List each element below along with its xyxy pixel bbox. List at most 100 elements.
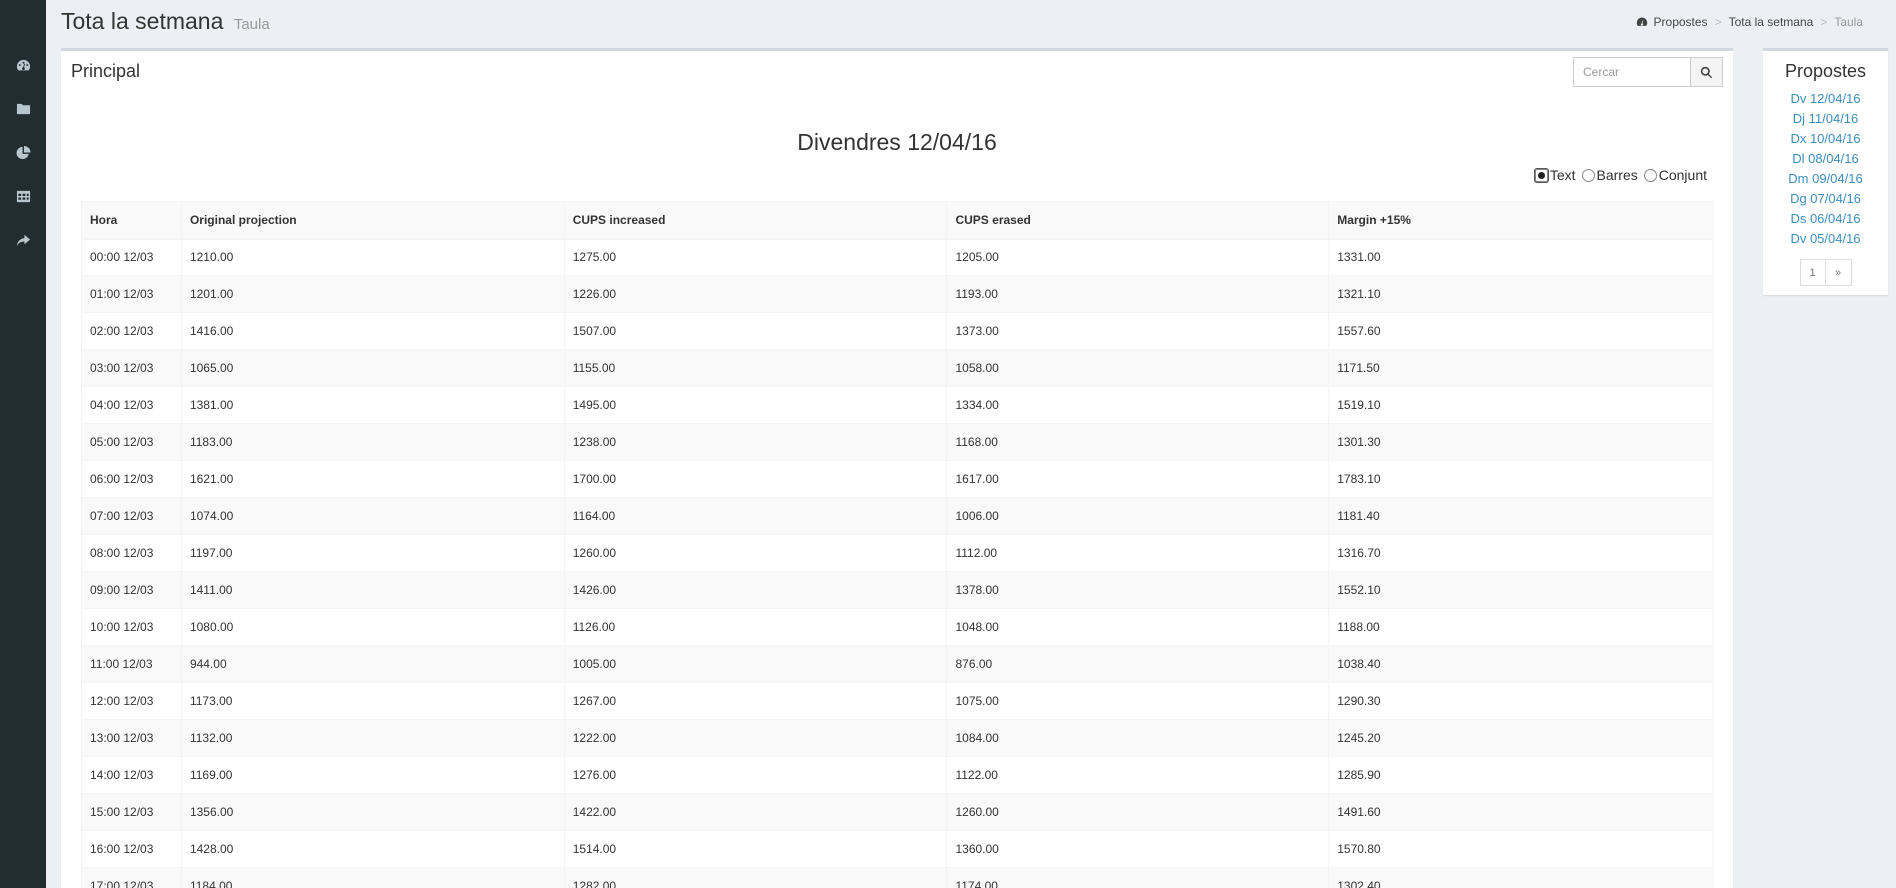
table-cell: 06:00 12/03 bbox=[81, 460, 182, 498]
table-cell: 12:00 12/03 bbox=[81, 682, 182, 720]
table-cell: 1132.00 bbox=[180, 719, 565, 757]
table-cell: 1048.00 bbox=[946, 608, 1330, 646]
table-cell: 1700.00 bbox=[563, 460, 948, 498]
table-row: 01:00 12/03 1201.00 1226.00 1193.00 1321.10 bbox=[81, 275, 1713, 313]
table-cell: 1168.00 bbox=[946, 423, 1330, 461]
view-option-text[interactable]: Text bbox=[1534, 167, 1576, 183]
table-cell: 17:00 12/03 bbox=[81, 867, 182, 888]
table-cell: 1321.10 bbox=[1328, 275, 1713, 313]
radio-conjunt[interactable] bbox=[1643, 168, 1657, 182]
table-row: 05:00 12/03 1183.00 1238.00 1168.00 1301.30 bbox=[81, 423, 1713, 461]
page-1-button[interactable]: 1 bbox=[1799, 259, 1826, 286]
table-cell: 1006.00 bbox=[946, 497, 1330, 535]
table-cell: 1422.00 bbox=[563, 793, 948, 831]
main-box: Principal Divendres 12/04/16 Text Barres… bbox=[61, 48, 1733, 888]
search-icon bbox=[1700, 66, 1713, 78]
proposal-link[interactable]: Dj 11/04/16 bbox=[1763, 109, 1888, 129]
table-cell: 14:00 12/03 bbox=[81, 756, 182, 794]
table-row: 08:00 12/03 1197.00 1260.00 1112.00 1316.70 bbox=[81, 534, 1713, 572]
radio-label-text: Text bbox=[1549, 167, 1576, 183]
table-icon[interactable] bbox=[0, 181, 46, 211]
table-cell: 944.00 bbox=[180, 645, 565, 683]
table-cell: 1285.90 bbox=[1328, 756, 1713, 794]
table-cell: 1334.00 bbox=[946, 386, 1330, 424]
table-cell: 1038.40 bbox=[1328, 645, 1713, 683]
table-cell: 13:00 12/03 bbox=[81, 719, 182, 757]
search-button[interactable] bbox=[1691, 57, 1723, 87]
radio-label-barres: Barres bbox=[1596, 167, 1638, 183]
column-header[interactable]: CUPS erased bbox=[946, 201, 1330, 240]
table-cell: 1169.00 bbox=[180, 756, 565, 794]
column-header[interactable]: CUPS increased bbox=[563, 201, 948, 240]
proposals-title: Propostes bbox=[1784, 61, 1867, 81]
table-cell: 01:00 12/03 bbox=[81, 275, 182, 313]
table-row: 13:00 12/03 1132.00 1222.00 1084.00 1245.20 bbox=[81, 719, 1713, 757]
share-icon[interactable] bbox=[0, 225, 46, 255]
table-cell: 1331.00 bbox=[1328, 238, 1713, 276]
table-cell: 1005.00 bbox=[563, 645, 948, 683]
table-cell: 09:00 12/03 bbox=[81, 571, 182, 609]
table-cell: 1126.00 bbox=[563, 608, 948, 646]
table-cell: 10:00 12/03 bbox=[81, 608, 182, 646]
table-row: 17:00 12/03 1184.00 1282.00 1174.00 1302.40 bbox=[81, 867, 1713, 888]
view-option-barres[interactable]: Barres bbox=[1581, 167, 1638, 183]
proposal-link[interactable]: Dg 07/04/16 bbox=[1763, 189, 1888, 209]
view-option-conjunt[interactable]: Conjunt bbox=[1643, 167, 1707, 183]
dashboard-icon[interactable] bbox=[0, 50, 46, 80]
proposal-link[interactable]: Dl 08/04/16 bbox=[1763, 149, 1888, 169]
table-cell: 1275.00 bbox=[563, 238, 948, 276]
table-cell: 1519.10 bbox=[1328, 386, 1713, 424]
box-title: Principal bbox=[71, 61, 141, 81]
radio-barres[interactable] bbox=[1581, 168, 1595, 182]
table-row: 03:00 12/03 1065.00 1155.00 1058.00 1171.50 bbox=[81, 349, 1713, 387]
table-cell: 1360.00 bbox=[946, 830, 1330, 868]
table-cell: 1378.00 bbox=[946, 571, 1330, 609]
table-cell: 1316.70 bbox=[1328, 534, 1713, 572]
table-cell: 1507.00 bbox=[563, 312, 948, 350]
proposals-list: Dv 12/04/16 Dj 11/04/16 Dx 10/04/16 Dl 08/0… bbox=[1763, 89, 1888, 249]
breadcrumb-propostes[interactable]: Propostes bbox=[1654, 15, 1708, 29]
proposal-link[interactable]: Dv 12/04/16 bbox=[1763, 89, 1888, 109]
proposal-link[interactable]: Dm 09/04/16 bbox=[1763, 169, 1888, 189]
next-page-button[interactable]: » bbox=[1825, 259, 1852, 286]
table-row: 06:00 12/03 1621.00 1700.00 1617.00 1783.10 bbox=[81, 460, 1713, 498]
proposals-box: Propostes Dv 12/04/16 Dj 11/04/16 Dx 10/04… bbox=[1763, 48, 1888, 295]
table-cell: 1210.00 bbox=[180, 238, 565, 276]
pie-chart-icon[interactable] bbox=[0, 137, 46, 167]
table-cell: 1381.00 bbox=[180, 386, 565, 424]
folder-icon[interactable] bbox=[0, 93, 46, 123]
data-table: Hora Original projection CUPS increased … bbox=[81, 201, 1713, 888]
breadcrumb-separator: > bbox=[1820, 15, 1828, 29]
table-cell: 07:00 12/03 bbox=[81, 497, 182, 535]
breadcrumb-tota-la-setmana[interactable]: Tota la setmana bbox=[1729, 15, 1814, 29]
breadcrumb: Propostes > Tota la setmana > Taula bbox=[1636, 15, 1863, 29]
table-cell: 03:00 12/03 bbox=[81, 349, 182, 387]
column-header[interactable]: Original projection bbox=[180, 201, 565, 240]
day-title: Divendres 12/04/16 bbox=[797, 129, 997, 155]
table-cell: 11:00 12/03 bbox=[81, 645, 182, 683]
search-input[interactable] bbox=[1573, 57, 1691, 87]
proposal-link[interactable]: Dx 10/04/16 bbox=[1763, 129, 1888, 149]
table-cell: 16:00 12/03 bbox=[81, 830, 182, 868]
radio-text[interactable] bbox=[1534, 168, 1548, 182]
table-cell: 1282.00 bbox=[563, 867, 948, 888]
table-cell: 1155.00 bbox=[563, 349, 948, 387]
table-cell: 1302.40 bbox=[1328, 867, 1713, 888]
table-body: 00:00 12/03 1210.00 1275.00 1205.00 1331.00 0… bbox=[81, 238, 1713, 888]
table-cell: 1428.00 bbox=[180, 830, 565, 868]
column-header[interactable]: Margin +15% bbox=[1328, 201, 1713, 240]
column-header[interactable]: Hora bbox=[81, 201, 182, 240]
table-cell: 1193.00 bbox=[946, 275, 1330, 313]
proposal-link[interactable]: Ds 06/04/16 bbox=[1763, 209, 1888, 229]
table-cell: 1570.80 bbox=[1328, 830, 1713, 868]
table-cell: 1621.00 bbox=[180, 460, 565, 498]
table-cell: 1183.00 bbox=[180, 423, 565, 461]
proposal-link[interactable]: Dv 05/04/16 bbox=[1763, 229, 1888, 249]
page-title: Tota la setmana bbox=[61, 8, 224, 34]
table-cell: 15:00 12/03 bbox=[81, 793, 182, 831]
table-row: 04:00 12/03 1381.00 1495.00 1334.00 1519.10 bbox=[81, 386, 1713, 424]
table-cell: 1075.00 bbox=[946, 682, 1330, 720]
table-row: 10:00 12/03 1080.00 1126.00 1048.00 1188.00 bbox=[81, 608, 1713, 646]
search-group bbox=[1573, 57, 1723, 87]
table-cell: 1201.00 bbox=[180, 275, 565, 313]
